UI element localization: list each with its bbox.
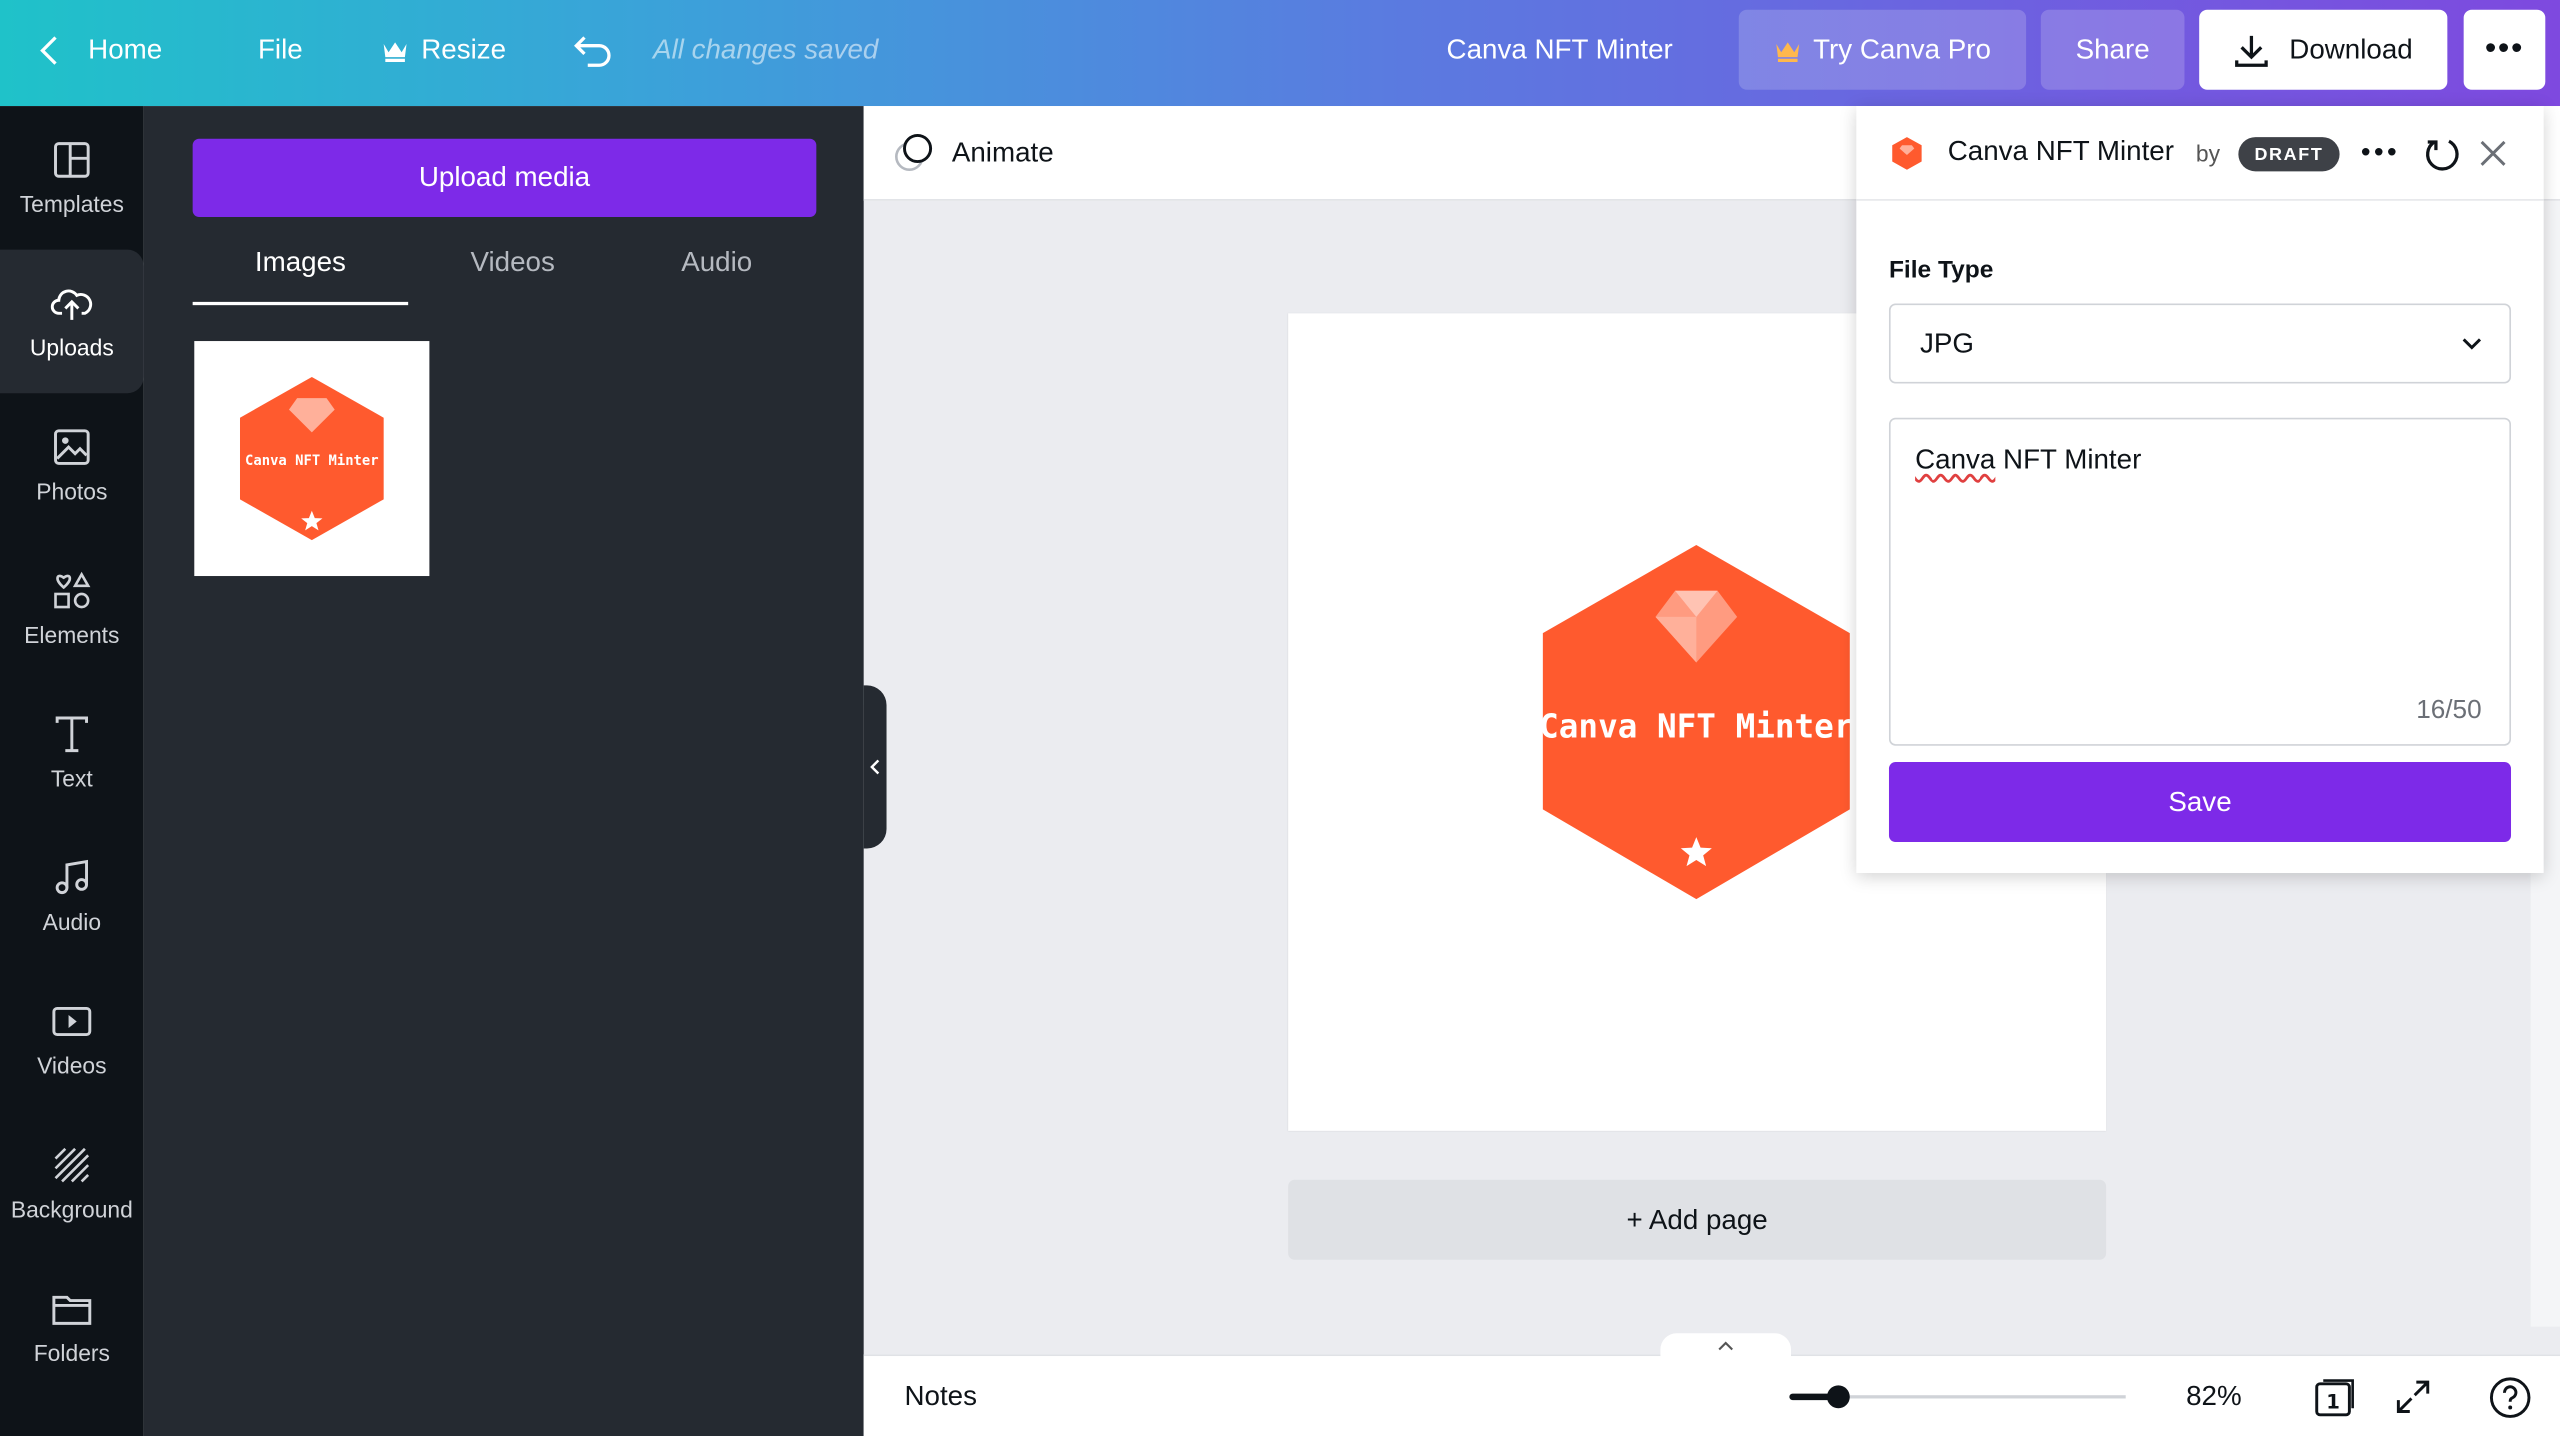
chevron-left-icon <box>870 759 880 775</box>
uploaded-image-thumbnail[interactable]: Canva NFT Minter <box>194 341 430 577</box>
pages-icon: 1 <box>2315 1379 2354 1417</box>
undo-icon <box>574 36 611 67</box>
file-menu[interactable]: File <box>258 0 303 101</box>
nft-name-value: Canva NFT Minter <box>1915 444 2141 477</box>
rail-label: Audio <box>42 908 102 936</box>
download-label: Download <box>2289 33 2413 65</box>
top-bar: Home File Resize All changes saved Canva… <box>0 0 2560 107</box>
chevron-left-icon <box>40 36 57 65</box>
misspelled-word: Canva <box>1915 443 1996 475</box>
chevron-down-icon <box>2462 338 2482 350</box>
rail-item-background[interactable]: Background <box>0 1111 144 1255</box>
save-button[interactable]: Save <box>1888 762 2512 843</box>
rail-label: Uploads <box>29 334 114 361</box>
resize-button[interactable]: Resize <box>382 0 506 101</box>
folder-icon <box>52 1295 92 1325</box>
try-pro-label: Try Canva Pro <box>1813 33 1991 65</box>
show-pages-button[interactable] <box>1660 1333 1792 1358</box>
thumbnail-badge-text: Canva NFT Minter <box>245 453 379 469</box>
draft-badge: DRAFT <box>2238 137 2340 172</box>
zoom-slider-handle[interactable] <box>1826 1385 1850 1409</box>
name-rest: NFT Minter <box>1995 443 2142 475</box>
page-count-button[interactable]: 1 <box>2310 1376 2359 1427</box>
rail-item-videos[interactable]: Videos <box>0 968 144 1112</box>
app-more-button[interactable] <box>2358 131 2400 182</box>
home-label: Home <box>88 34 163 66</box>
rail-item-text[interactable]: Text <box>0 680 144 824</box>
collapse-panel-button[interactable] <box>863 685 887 849</box>
rail-label: Elements <box>24 621 120 648</box>
rail-label: Videos <box>37 1052 107 1079</box>
nft-name-textarea[interactable]: Canva NFT Minter 16/50 <box>1888 417 2512 746</box>
upload-cloud-icon <box>50 289 93 320</box>
rail-label: Photos <box>36 478 108 505</box>
photo-icon <box>54 429 90 465</box>
save-status: All changes saved <box>653 34 879 66</box>
bottom-bar: Notes 82% 1 <box>863 1333 2560 1436</box>
expand-icon <box>2396 1380 2430 1413</box>
tab-audio[interactable]: Audio <box>640 246 793 305</box>
help-icon <box>2489 1377 2531 1418</box>
rail-item-audio[interactable]: Audio <box>0 824 144 968</box>
notes-button[interactable]: Notes <box>904 1356 977 1436</box>
animate-button[interactable]: Animate <box>893 106 1054 201</box>
add-page-button[interactable]: + Add page <box>1288 1179 2107 1260</box>
music-note-icon <box>55 859 88 895</box>
nft-badge-thumbnail: Canva NFT Minter <box>239 376 384 541</box>
templates-icon <box>54 142 90 178</box>
refresh-icon <box>2426 139 2459 171</box>
rail-label: Text <box>50 765 93 792</box>
chevron-up-icon <box>1718 1340 1733 1350</box>
shapes-icon <box>54 571 91 609</box>
tab-videos[interactable]: Videos <box>434 246 591 305</box>
close-app-button[interactable] <box>2477 137 2510 178</box>
rail-item-folders[interactable]: Folders <box>0 1255 144 1399</box>
left-rail: Templates Uploads Photos Elements Text A… <box>0 106 144 1436</box>
file-type-select[interactable]: JPG <box>1888 303 2512 384</box>
upload-media-button[interactable]: Upload media <box>192 138 817 218</box>
file-type-value: JPG <box>1919 327 1974 359</box>
tab-images[interactable]: Images <box>192 246 409 306</box>
file-type-label: File Type <box>1888 256 1994 284</box>
rail-label: Templates <box>19 190 124 218</box>
rail-item-templates[interactable]: Templates <box>0 106 144 250</box>
download-icon <box>2235 35 2269 67</box>
more-options-button[interactable]: ••• <box>2463 9 2546 90</box>
text-icon <box>55 716 88 753</box>
design-title[interactable]: Canva NFT Minter <box>1447 0 1673 101</box>
animate-icon <box>895 133 933 172</box>
rail-item-photos[interactable]: Photos <box>0 393 144 537</box>
rail-label: Folders <box>33 1339 110 1366</box>
crown-icon <box>383 42 407 63</box>
video-icon <box>52 1006 92 1037</box>
crown-icon <box>1775 41 1799 62</box>
app-panel-header: Canva NFT Minter by DRAFT <box>1856 106 2544 201</box>
close-icon <box>2480 140 2506 166</box>
resize-label: Resize <box>421 34 507 66</box>
rail-label: Background <box>10 1196 133 1223</box>
reload-app-button[interactable] <box>2424 135 2463 182</box>
download-button[interactable]: Download <box>2199 9 2448 90</box>
home-button[interactable]: Home <box>39 0 162 101</box>
undo-button[interactable] <box>571 0 613 101</box>
help-button[interactable] <box>2488 1376 2532 1428</box>
by-label: by <box>2195 140 2221 167</box>
zoom-level[interactable]: 82% <box>2186 1356 2242 1436</box>
app-name: Canva NFT Minter <box>1947 135 2174 167</box>
badge-text: Canva NFT Minter <box>1539 708 1853 746</box>
nft-minter-app-panel: Canva NFT Minter by DRAFT File Type JPG … <box>1856 106 2544 874</box>
app-logo-icon <box>1892 137 1922 170</box>
character-count: 16/50 <box>2416 696 2482 725</box>
more-horizontal-icon <box>2361 148 2396 156</box>
background-pattern-icon <box>54 1147 90 1183</box>
share-button[interactable]: Share <box>2040 9 2185 90</box>
uploads-panel: Upload media Images Videos Audio Canva N… <box>143 106 864 1436</box>
rail-item-uploads[interactable]: Uploads <box>0 249 144 394</box>
page-count: 1 <box>2326 1390 2340 1413</box>
fullscreen-button[interactable] <box>2393 1377 2432 1424</box>
rail-item-elements[interactable]: Elements <box>0 537 144 681</box>
try-canva-pro-button[interactable]: Try Canva Pro <box>1738 9 2027 90</box>
animate-label: Animate <box>951 137 1054 169</box>
